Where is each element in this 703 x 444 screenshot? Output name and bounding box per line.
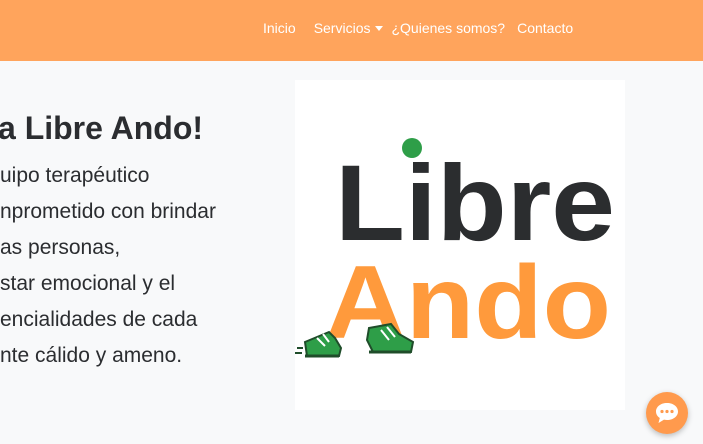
navbar: Inicio Servicios ¿Quienes somos? Contact… <box>0 0 703 61</box>
nav-link-contacto[interactable]: Contacto <box>517 20 573 36</box>
hero-line: nte cálido y ameno. <box>0 344 183 367</box>
hero-description: uipo terapéutico nprometido con brindar … <box>0 158 270 374</box>
nav-link-servicios-label: Servicios <box>313 20 371 36</box>
caret-down-icon <box>375 26 384 31</box>
hero-line: nprometido con brindar <box>0 200 216 223</box>
nav-link-quienes-somos[interactable]: ¿Quienes somos? <box>391 20 505 36</box>
libre-ando-logo: Libre Ando <box>295 80 625 410</box>
nav-menu: Inicio Servicios ¿Quienes somos? Contact… <box>263 20 573 36</box>
hero-line: as personas, <box>0 236 121 259</box>
chat-button[interactable] <box>646 392 688 434</box>
hero-line: star emocional y el <box>0 272 176 295</box>
hero-title: a Libre Ando! <box>0 110 204 146</box>
nav-link-inicio[interactable]: Inicio <box>263 20 296 36</box>
libre-ando-logo-graphic: Libre Ando <box>295 138 615 361</box>
chat-bubble-icon <box>656 403 678 423</box>
nav-link-servicios[interactable]: Servicios <box>314 20 384 36</box>
hero-line: encialidades de cada <box>0 308 198 331</box>
hero-line: uipo terapéutico <box>0 164 150 187</box>
